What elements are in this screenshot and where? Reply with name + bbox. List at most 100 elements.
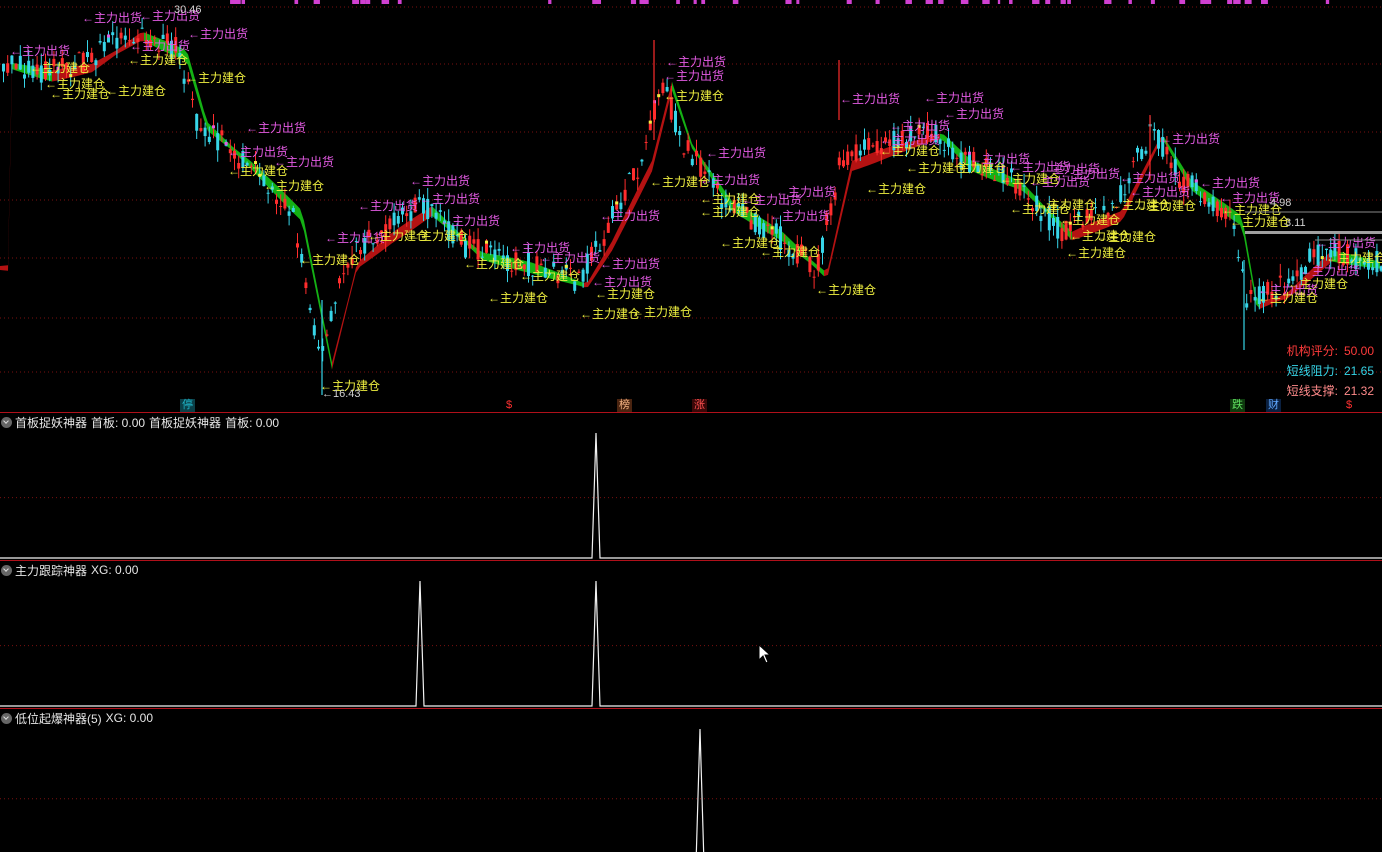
main-force-build-label: ←主力建仓 bbox=[595, 287, 655, 301]
main-force-ship-label: ←主力出货 bbox=[1060, 166, 1120, 181]
top-marker-29 bbox=[630, 0, 636, 4]
badge-finance[interactable]: 财 bbox=[1266, 399, 1281, 412]
top-marker-34 bbox=[927, 0, 933, 4]
main-force-build-label: ←主力建仓 bbox=[50, 87, 110, 101]
candle-body bbox=[312, 325, 316, 336]
candle-body bbox=[1308, 248, 1312, 262]
indicator-1-value: 首板: 0.00 bbox=[91, 415, 146, 430]
candle-body bbox=[682, 153, 686, 155]
candlestick bbox=[102, 35, 106, 57]
candle-body bbox=[846, 151, 850, 165]
short-resistance-value: 21.65 bbox=[1343, 364, 1374, 378]
collapse-icon[interactable] bbox=[1, 712, 12, 724]
candlestick bbox=[1131, 156, 1135, 168]
ma-band-segment bbox=[820, 267, 824, 277]
main-force-build-label: ←主力建仓 bbox=[650, 175, 710, 189]
indicator-1-header[interactable]: 首板捉妖神器 首板: 0.00 首板捉妖神器 首板: 0.00 bbox=[0, 414, 283, 430]
candle-body bbox=[606, 222, 610, 233]
badge-fall[interactable]: 跌 bbox=[1230, 399, 1245, 412]
main-force-ship-label: ←主力出货 bbox=[410, 173, 470, 188]
indicator-1-value-2: 首板: 0.00 bbox=[225, 415, 280, 430]
top-marker-42 bbox=[315, 0, 320, 4]
top-marker-45 bbox=[925, 0, 929, 4]
candlestick bbox=[623, 178, 627, 206]
candlestick bbox=[682, 152, 686, 158]
separator-2[interactable] bbox=[0, 708, 1382, 709]
candlestick bbox=[627, 171, 631, 175]
ma-band-segment bbox=[608, 241, 612, 257]
badge-rank[interactable]: 榜 bbox=[617, 399, 632, 412]
main-force-ship-label: ←主力出货 bbox=[420, 191, 480, 206]
candle-body bbox=[627, 173, 631, 175]
indicator-2-pane[interactable] bbox=[0, 578, 1382, 708]
candle-body bbox=[497, 248, 501, 251]
short-support-value: 21.32 bbox=[1343, 384, 1374, 398]
indicator-1-pane[interactable] bbox=[0, 430, 1382, 560]
indicator-3-chart bbox=[0, 728, 1382, 852]
candle-body bbox=[329, 310, 333, 321]
candle-marker bbox=[657, 94, 661, 98]
candle-body bbox=[1203, 192, 1207, 205]
main-force-build-label: ←主力建仓 bbox=[106, 84, 166, 98]
main-force-build-label: ←主力建仓 bbox=[700, 205, 760, 219]
candle-body bbox=[871, 145, 875, 147]
main-force-ship-label: ←主力出货 bbox=[944, 106, 1004, 121]
candlestick bbox=[1144, 146, 1148, 156]
top-marker-53 bbox=[908, 0, 912, 4]
top-marker-16 bbox=[1150, 0, 1155, 4]
candle-body bbox=[304, 282, 308, 289]
top-marker-18 bbox=[701, 0, 706, 4]
ma-band-segment bbox=[680, 106, 684, 126]
indicator-3-pane[interactable] bbox=[0, 726, 1382, 852]
badge-dollar-2[interactable]: $ bbox=[1344, 399, 1354, 412]
collapse-icon[interactable] bbox=[1, 564, 12, 576]
indicator-2-header[interactable]: 主力跟踪神器 XG: 0.00 bbox=[0, 562, 142, 578]
candlestick-chart[interactable]: ←主力出货←主力出货←主力出货←主力出货 ←主力出货←主力建仓←主力建仓←主力建仓… bbox=[0, 0, 1382, 412]
top-marker-58 bbox=[360, 0, 366, 4]
candle-body bbox=[993, 180, 997, 182]
main-force-build-label: ←主力建仓 bbox=[880, 144, 940, 158]
indicator-2-value: XG: 0.00 bbox=[91, 563, 139, 577]
candle-body bbox=[1123, 194, 1127, 196]
candle-body bbox=[1131, 161, 1135, 163]
top-marker-4 bbox=[1060, 0, 1066, 4]
candle-body bbox=[111, 32, 115, 36]
badge-rise[interactable]: 涨 bbox=[692, 399, 707, 412]
top-marker-49 bbox=[1203, 0, 1212, 4]
short-support: 短线支撑: 21.32 bbox=[1287, 382, 1374, 399]
badge-dollar[interactable]: $ bbox=[504, 399, 514, 412]
main-force-ship-label: ←主力出货 bbox=[1160, 131, 1220, 146]
candle-body bbox=[195, 113, 199, 131]
top-marker-41 bbox=[352, 0, 360, 4]
candlestick bbox=[107, 30, 110, 43]
candle-body bbox=[1056, 216, 1060, 239]
candlestick bbox=[485, 239, 488, 254]
candle-body bbox=[632, 168, 635, 181]
candle-body bbox=[2, 63, 5, 72]
candle-body bbox=[821, 237, 824, 253]
ma-band-segment bbox=[296, 204, 300, 220]
candle-body bbox=[749, 220, 753, 230]
candle-body bbox=[1278, 275, 1282, 278]
candle-body bbox=[325, 334, 329, 336]
badge-stop[interactable]: 停 bbox=[180, 399, 195, 412]
separator-1[interactable] bbox=[0, 560, 1382, 561]
candlestick bbox=[1203, 191, 1207, 207]
top-marker-11 bbox=[365, 0, 371, 4]
main-force-ship-label: ←主力出货 bbox=[10, 43, 70, 58]
collapse-icon[interactable] bbox=[1, 416, 12, 428]
ma-band-segment bbox=[612, 233, 616, 251]
indicator-3-header[interactable]: 低位起爆神器(5) XG: 0.00 bbox=[0, 710, 157, 726]
candle-body bbox=[774, 223, 778, 234]
candlestick bbox=[434, 202, 438, 228]
main-chart-pane[interactable]: ←主力出货 ←主力出货 ←主力出货 ←主力出货 ←主力出货 ←主力建仓 ←主力建仓 ←主力建仓… bbox=[0, 0, 1382, 412]
main-force-ship-label: ←主力出货 bbox=[358, 198, 418, 213]
candle-body bbox=[594, 240, 598, 247]
main-force-ship-label: ←主力出货 bbox=[666, 54, 726, 69]
candle-body bbox=[472, 239, 476, 244]
main-force-build-label: ←主力建仓 bbox=[664, 89, 724, 103]
candle-body bbox=[23, 74, 26, 79]
ma-band-segment bbox=[108, 52, 112, 61]
ma-band-segment bbox=[332, 346, 336, 370]
main-force-build-label: ←主力建仓 bbox=[128, 53, 188, 67]
